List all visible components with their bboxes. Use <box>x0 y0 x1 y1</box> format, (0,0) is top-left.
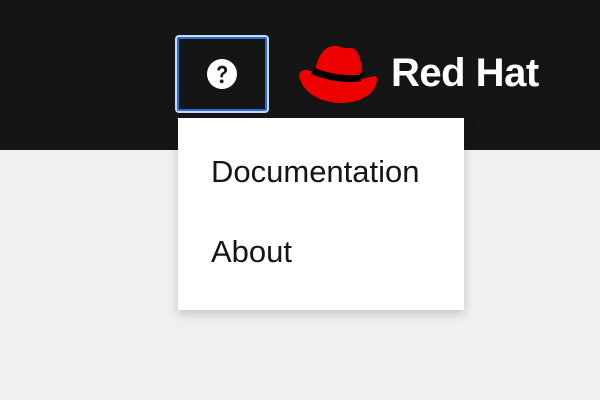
brand-logo[interactable]: Red Hat <box>297 40 567 106</box>
help-button[interactable] <box>175 35 269 113</box>
red-hat-fedora-icon <box>299 45 377 103</box>
question-circle-icon <box>207 59 237 89</box>
menu-item-documentation[interactable]: Documentation <box>211 154 420 190</box>
menu-item-about[interactable]: About <box>211 234 292 270</box>
brand-name: Red Hat <box>391 50 539 95</box>
help-dropdown-menu: Documentation About <box>178 118 464 310</box>
